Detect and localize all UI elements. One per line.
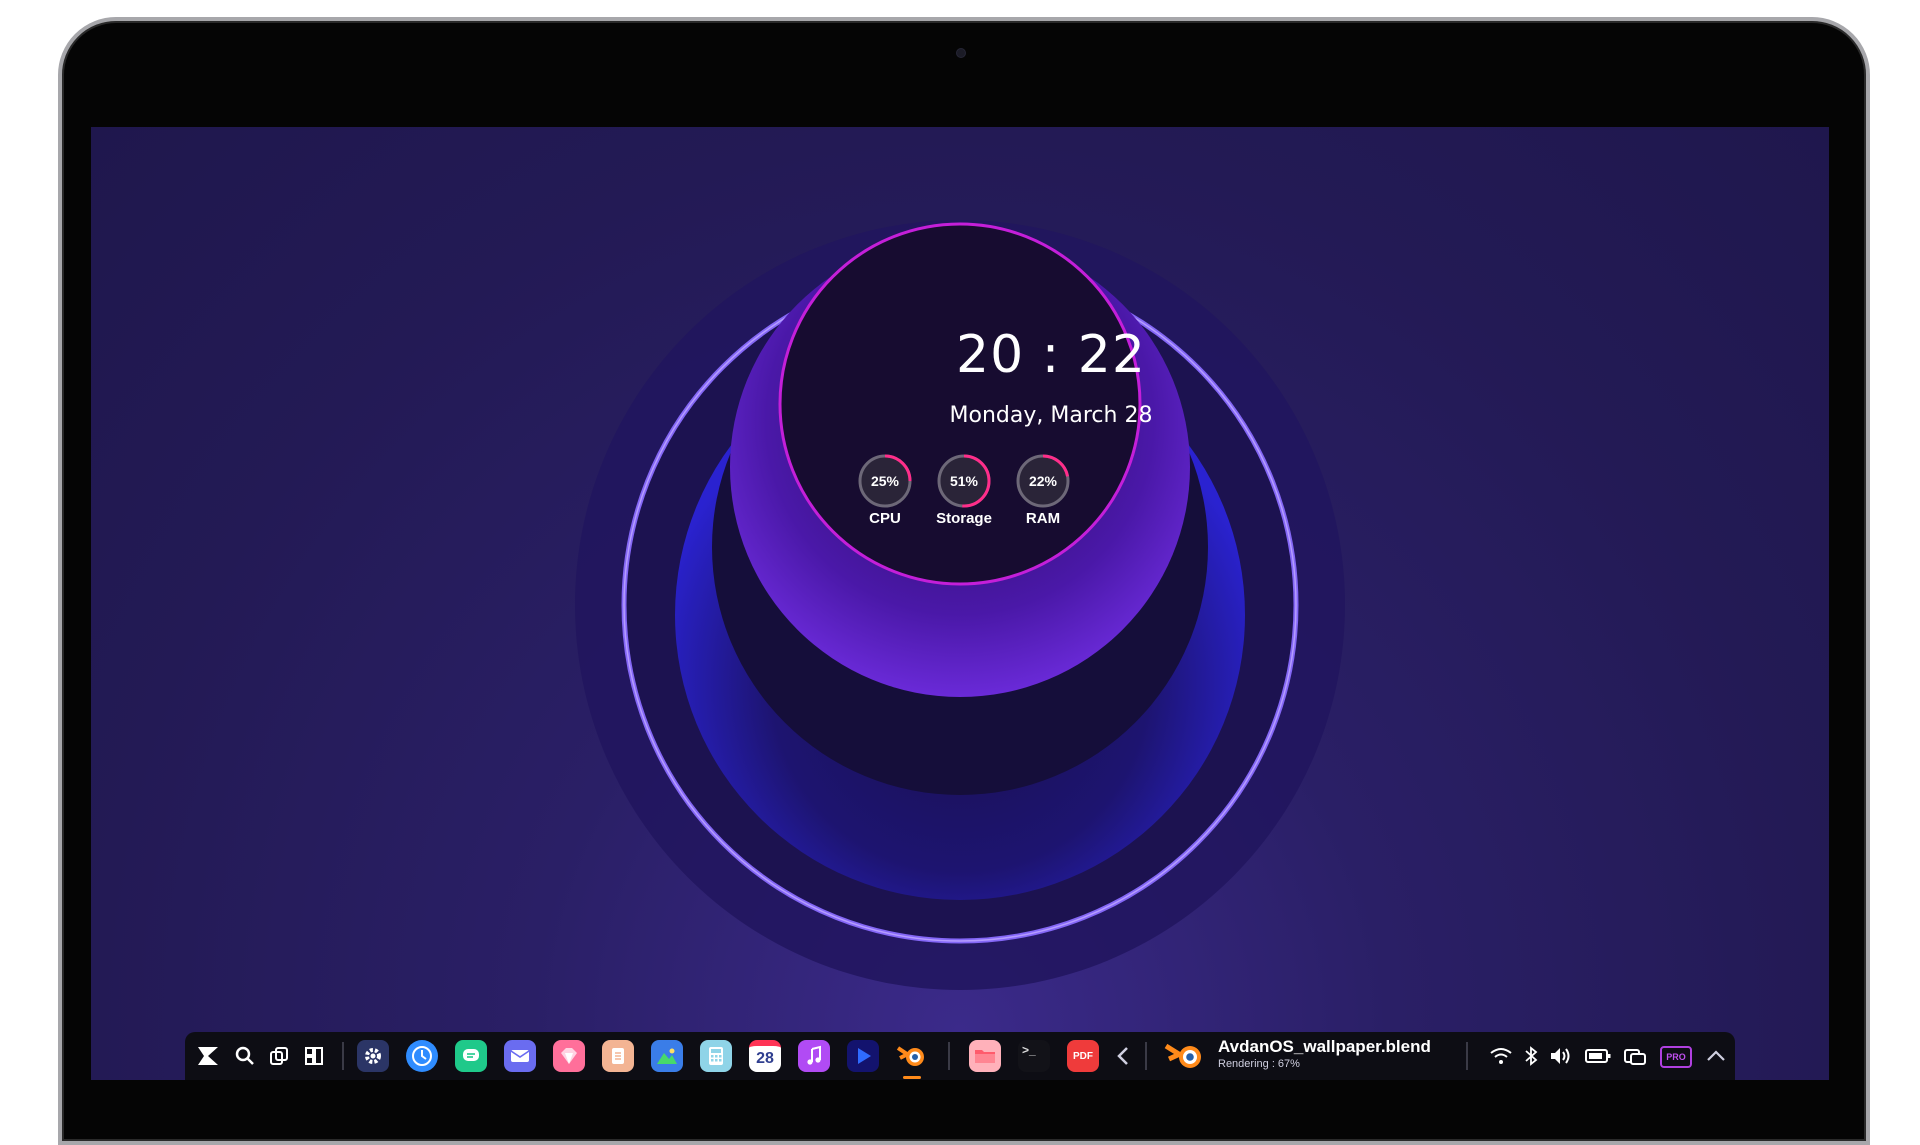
webcam <box>956 48 966 58</box>
video-player-icon[interactable] <box>847 1040 879 1072</box>
cpu-gauge-value: 25% <box>870 473 900 489</box>
photos-icon[interactable] <box>651 1040 683 1072</box>
pro-badge[interactable]: PRO <box>1660 1046 1692 1068</box>
volume-icon[interactable] <box>1545 1040 1577 1072</box>
clock-app-icon[interactable] <box>406 1040 438 1072</box>
taskbar-divider <box>948 1042 950 1070</box>
widgets-layout-icon[interactable] <box>298 1040 330 1072</box>
browser-icon[interactable] <box>553 1040 585 1072</box>
taskbar-divider <box>1466 1042 1468 1070</box>
storage-gauge-value: 51% <box>949 473 979 489</box>
chevron-up-icon[interactable] <box>1700 1040 1732 1072</box>
bluetooth-icon[interactable] <box>1515 1040 1547 1072</box>
storage-gauge: 51% <box>936 453 992 509</box>
calendar-icon[interactable]: 28 <box>749 1040 781 1072</box>
settings-icon[interactable] <box>357 1040 389 1072</box>
taskbar-divider <box>1145 1042 1147 1070</box>
pdf-icon[interactable]: PDF <box>1067 1040 1099 1072</box>
files-icon[interactable] <box>969 1040 1001 1072</box>
clock-time: 20 : 22 <box>956 325 1146 385</box>
calculator-icon[interactable] <box>700 1040 732 1072</box>
search-icon[interactable] <box>229 1040 261 1072</box>
clock-widget: 20 : 22 Monday, March 28 25% CPU 51% Sto… <box>91 127 1829 1080</box>
active-task-title[interactable]: AvdanOS_wallpaper.blend <box>1218 1037 1431 1057</box>
mail-icon[interactable] <box>504 1040 536 1072</box>
music-icon[interactable] <box>798 1040 830 1072</box>
desktop-screen: 20 : 22 Monday, March 28 25% CPU 51% Sto… <box>91 127 1829 1080</box>
battery-icon[interactable] <box>1582 1040 1614 1072</box>
clock-date: Monday, March 28 <box>949 403 1153 428</box>
ram-gauge: 22% <box>1015 453 1071 509</box>
blender-icon[interactable] <box>896 1040 928 1072</box>
notes-icon[interactable] <box>602 1040 634 1072</box>
multi-window-icon[interactable] <box>1620 1040 1652 1072</box>
taskbar: 28 >_ PDF AvdanOS_wallpaper.blend Render… <box>185 1032 1735 1080</box>
task-view-icon[interactable] <box>263 1040 295 1072</box>
active-task-blender-icon[interactable] <box>1163 1040 1207 1072</box>
taskbar-divider <box>342 1042 344 1070</box>
chevron-left-icon[interactable] <box>1107 1040 1139 1072</box>
start-menu-icon[interactable] <box>192 1040 224 1072</box>
terminal-icon[interactable]: >_ <box>1018 1040 1050 1072</box>
cpu-gauge: 25% <box>857 453 913 509</box>
wifi-icon[interactable] <box>1485 1040 1517 1072</box>
blender-active-indicator <box>903 1076 921 1079</box>
ram-gauge-value: 22% <box>1028 473 1058 489</box>
messages-icon[interactable] <box>455 1040 487 1072</box>
ram-gauge-label: RAM <box>1025 510 1061 527</box>
active-task-status: Rendering : 67% <box>1218 1058 1300 1070</box>
